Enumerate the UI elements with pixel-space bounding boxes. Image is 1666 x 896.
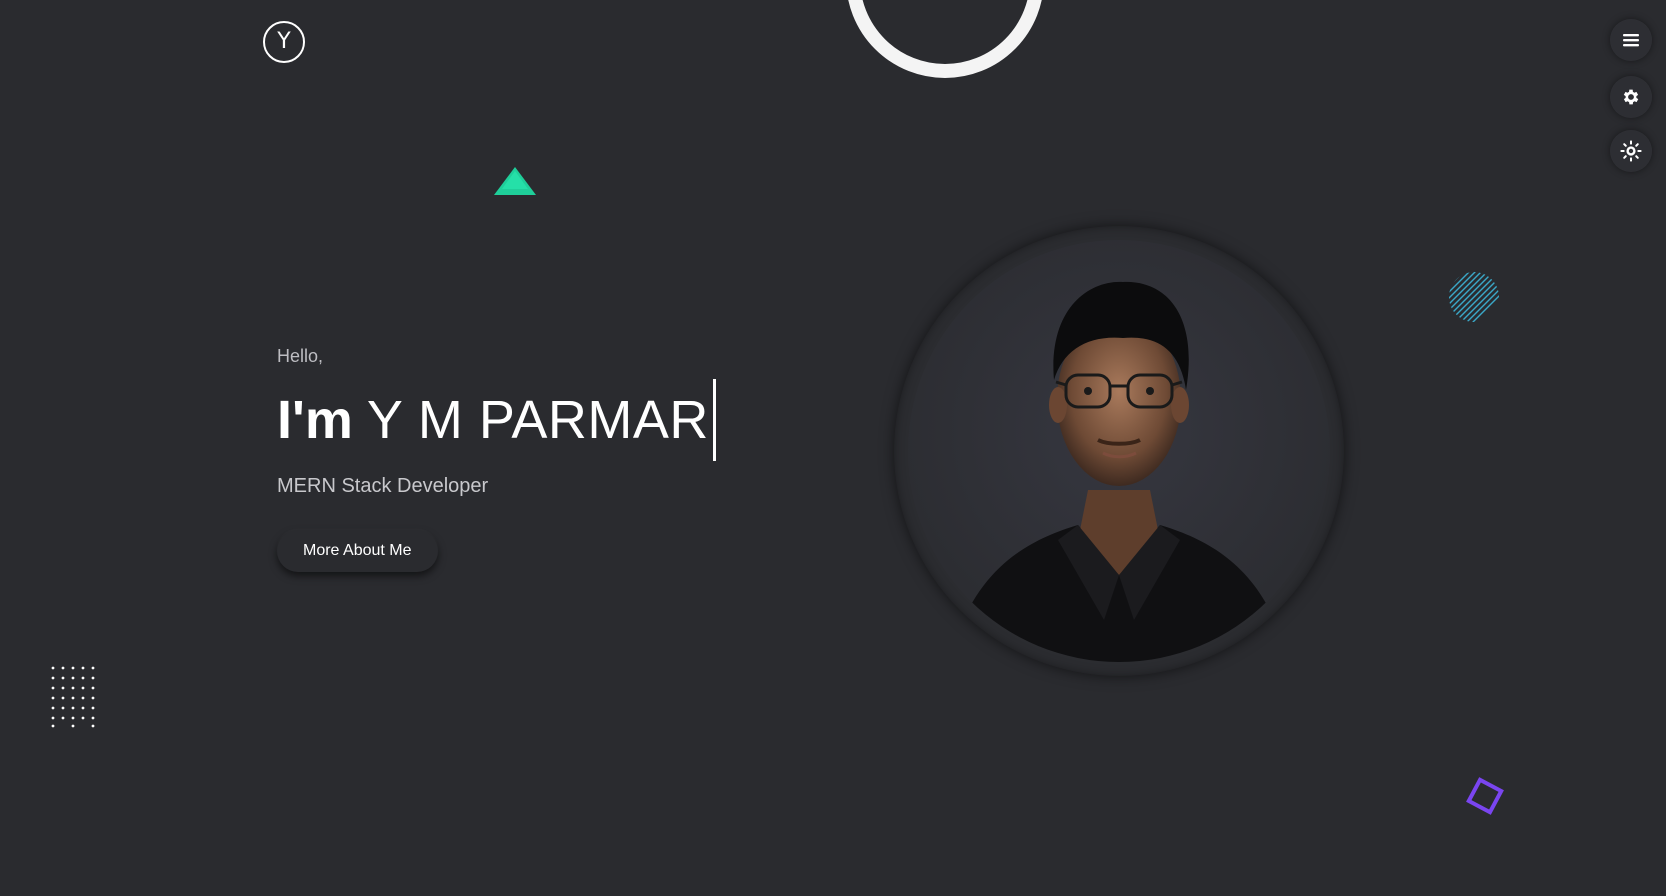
logo-letter: Y [277,29,291,54]
portrait-image [908,240,1330,662]
decorative-diamond [1466,777,1504,815]
gear-icon [1623,89,1639,105]
theme-toggle-button[interactable] [1610,130,1652,172]
logo[interactable]: Y [263,21,305,63]
headline-name: Y M PARMAR [366,390,709,450]
decorative-dot-grid [51,666,95,728]
typing-caret [712,379,716,461]
decorative-triangle [494,167,536,195]
more-about-me-button[interactable]: More About Me [277,530,438,572]
sun-icon [1620,140,1642,162]
headline-im: I'm [277,390,353,450]
hero-section: Hello, I'm Y M PARMAR MERN Stack Develop… [277,346,716,572]
decorative-striped-circle [1449,272,1499,322]
settings-button[interactable] [1610,76,1652,118]
portrait-frame [894,226,1344,676]
greeting-text: Hello, [277,346,324,366]
decorative-ring [846,0,1044,78]
role-text: MERN Stack Developer [277,475,489,497]
menu-icon [1623,34,1639,47]
menu-button[interactable] [1610,19,1652,61]
page: Y Hello, I'm Y M PARMAR MERN Stack Devel… [0,0,1666,896]
headline: I'm Y M PARMAR [277,379,716,461]
person-silhouette-icon [949,281,1289,662]
